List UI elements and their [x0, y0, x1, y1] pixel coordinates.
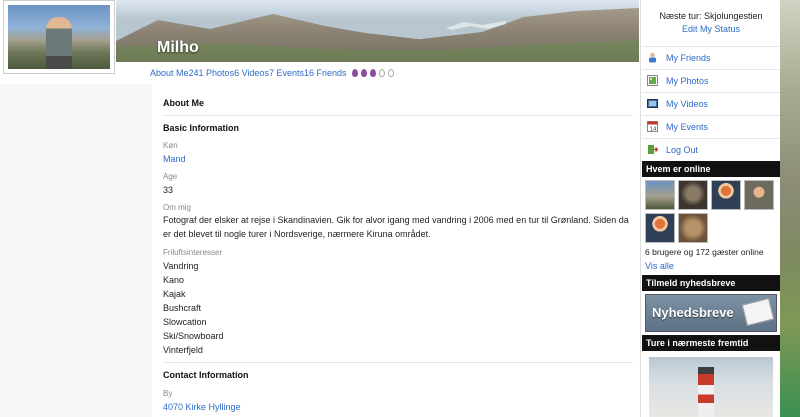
about-heading: About Me: [163, 98, 204, 108]
right-sidebar: Næste tur: Skjolungestien Edit My Status…: [640, 0, 780, 417]
online-user-avatar[interactable]: [711, 180, 741, 210]
tab-about-me[interactable]: About Me: [150, 68, 189, 78]
events-icon: 14: [647, 121, 658, 132]
profile-tabs: About Me241 Photos6 Videos7 Events16 Fri…: [150, 68, 395, 82]
rating-drop-icon: [370, 69, 377, 77]
avatar-photo: [8, 5, 110, 69]
page-background-right: [780, 0, 800, 417]
sidebar-item-my-friends[interactable]: My Friends: [642, 46, 780, 69]
edit-status-link[interactable]: Edit My Status: [641, 24, 781, 34]
sidebar-item-label: Log Out: [666, 145, 699, 155]
sidebar-item-label: My Events: [666, 122, 709, 132]
online-users-heading: Hvem er online: [642, 161, 780, 177]
photos-icon: [647, 75, 658, 86]
profile-main-content: About Me Basic Information Køn Mand Age …: [155, 84, 638, 417]
videos-icon: [647, 99, 658, 108]
sidebar-item-label: My Videos: [666, 99, 708, 109]
age-value: 33: [163, 185, 174, 195]
contact-info-heading: Contact Information: [163, 370, 249, 380]
see-all-link[interactable]: Vis alle: [645, 261, 674, 271]
rating-drop-icon: [379, 69, 386, 77]
online-user-avatar[interactable]: [678, 213, 708, 243]
friends-icon: [649, 52, 656, 63]
tab-videos[interactable]: 6 Videos: [234, 68, 269, 78]
online-user-avatar[interactable]: [744, 180, 774, 210]
interest-item: Kano: [163, 275, 185, 285]
profile-avatar[interactable]: [3, 0, 115, 74]
sidebar-item-my-photos[interactable]: My Photos: [642, 69, 780, 92]
status-text: Næste tur: Skjolungestien: [659, 11, 763, 21]
sidebar-item-label: My Photos: [666, 76, 709, 86]
rating-drop-icon: [352, 69, 359, 77]
rating-drops: [349, 68, 395, 78]
svg-text:14: 14: [650, 127, 656, 133]
gender-value-link[interactable]: Mand: [163, 152, 633, 166]
envelope-icon: [741, 297, 775, 327]
sidebar-item-label: My Friends: [666, 53, 711, 63]
newsletter-heading: Tilmeld nyhedsbreve: [642, 275, 780, 291]
upcoming-trips-heading: Ture i nærmeste fremtid: [642, 335, 780, 351]
about-me-label: Om mig: [163, 203, 191, 212]
lighthouse-image: [698, 367, 714, 417]
online-user-avatar[interactable]: [645, 180, 675, 210]
interest-item: Slowcation: [163, 317, 207, 327]
newsletter-banner[interactable]: Nyhedsbreve: [645, 294, 777, 332]
interest-item: Ski/Snowboard: [163, 331, 224, 341]
sidebar-item-my-videos[interactable]: My Videos: [642, 92, 780, 115]
basic-info-heading: Basic Information: [163, 123, 240, 133]
profile-name: Milho: [157, 39, 199, 56]
tab-photos[interactable]: 241 Photos: [189, 68, 235, 78]
interest-item: Vinterfjeld: [163, 345, 203, 355]
tab-friends[interactable]: 16 Friends: [304, 68, 347, 78]
online-user-avatar[interactable]: [678, 180, 708, 210]
tab-events[interactable]: 7 Events: [269, 68, 304, 78]
gender-label: Køn: [163, 141, 178, 150]
online-user-avatar[interactable]: [645, 213, 675, 243]
interests-label: Friluftsinteresser: [163, 248, 223, 257]
interest-item: Kajak: [163, 289, 186, 299]
divider: [163, 362, 633, 363]
interest-item: Vandring: [163, 261, 199, 271]
logout-icon: [648, 145, 658, 154]
rating-drop-icon: [388, 69, 395, 77]
interest-item: Bushcraft: [163, 303, 202, 313]
sidebar-item-my-events[interactable]: 14 My Events: [642, 115, 780, 138]
about-me-text: Fotograf der elsker at rejse i Skandinav…: [163, 215, 629, 239]
city-label: By: [163, 389, 173, 398]
city-value-link[interactable]: 4070 Kirke Hyllinge: [163, 400, 633, 414]
sidebar-item-log-out[interactable]: Log Out: [642, 138, 780, 161]
newsletter-banner-text: Nyhedsbreve: [652, 305, 734, 320]
avatar-person: [46, 17, 72, 69]
online-count: 6 brugere og 172 gæster online: [645, 247, 764, 257]
age-label: Age: [163, 172, 178, 181]
page-background-left: [0, 84, 152, 417]
divider: [163, 115, 633, 116]
rating-drop-icon: [361, 69, 368, 77]
upcoming-trip-image[interactable]: [649, 357, 773, 417]
